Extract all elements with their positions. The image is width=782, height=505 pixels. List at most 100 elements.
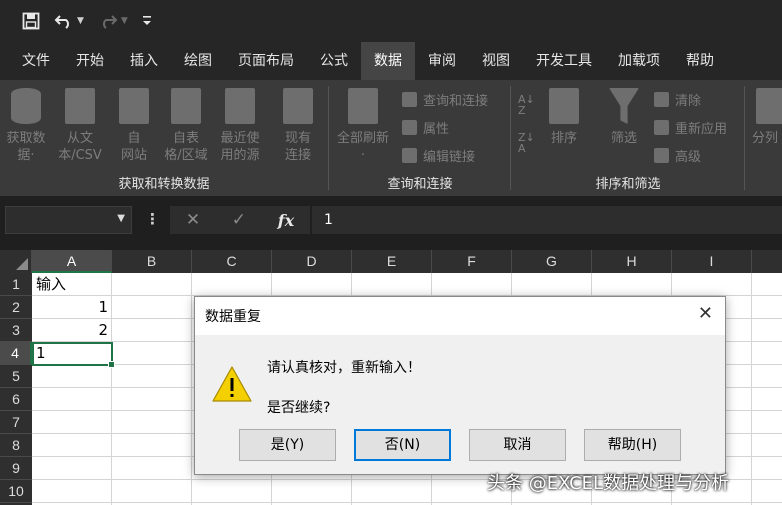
column-header-b[interactable]: B <box>112 250 192 273</box>
sort-ascending-icon: A↓ Z <box>518 93 535 117</box>
help-button[interactable]: 帮助(H) <box>584 429 681 461</box>
name-box[interactable]: ▼ <box>5 206 132 234</box>
web-page-icon <box>119 88 149 124</box>
sort-button[interactable]: 排序 <box>538 84 590 147</box>
tab-2[interactable]: 插入 <box>117 42 171 80</box>
more-options-icon[interactable]: ⋮ <box>145 210 160 228</box>
tab-11[interactable]: 帮助 <box>673 42 727 80</box>
clear-filter-icon <box>654 92 669 107</box>
properties-icon <box>402 120 417 135</box>
button-label: 查询和连接 <box>423 94 489 109</box>
column-header-g[interactable]: G <box>512 250 592 273</box>
link-icon <box>402 148 417 163</box>
button-label: 网站 <box>120 148 147 163</box>
cell-a1[interactable]: 输入 <box>32 273 112 296</box>
select-all-button[interactable] <box>0 250 32 273</box>
row-header-9[interactable]: 9 <box>0 457 32 480</box>
from-table-range-button[interactable]: 自表 格/区域 <box>160 84 212 164</box>
dialog-body: 请认真核对，重新输入！ 是否继续? 是(Y) 否(N) 取消 帮助(H) <box>195 335 725 474</box>
column-header-e[interactable]: E <box>352 250 432 273</box>
tab-10[interactable]: 加载项 <box>605 42 673 80</box>
row-header-7[interactable]: 7 <box>0 411 32 434</box>
from-web-button[interactable]: 自 网站 <box>108 84 160 164</box>
queries-connections-button[interactable]: 查询和连接 <box>402 90 488 109</box>
button-label: 全部刷新 <box>336 131 389 146</box>
get-data-button[interactable]: 获取数 据· <box>0 84 52 164</box>
customize-icon[interactable] <box>142 15 152 27</box>
properties-button[interactable]: 属性 <box>402 118 449 137</box>
group-divider <box>744 86 745 190</box>
ribbon-tabs: 文件 开始 插入 绘图 页面布局 公式 数据 审阅 视图 开发工具 加载项 帮助 <box>0 42 782 80</box>
tab-7[interactable]: 审阅 <box>415 42 469 80</box>
sort-icon <box>549 88 579 124</box>
column-header-h[interactable]: H <box>592 250 672 273</box>
tab-5[interactable]: 公式 <box>307 42 361 80</box>
enter-icon[interactable]: ✓ <box>232 210 246 230</box>
formula-input[interactable]: 1 <box>312 206 782 234</box>
database-icon <box>11 88 41 124</box>
tab-4[interactable]: 页面布局 <box>225 42 307 80</box>
chevron-down-icon[interactable]: ▼ <box>117 213 125 224</box>
button-label: 属性 <box>423 122 450 137</box>
row-header-1[interactable]: 1 <box>0 273 32 296</box>
advanced-filter-icon <box>654 148 669 163</box>
filter-button[interactable]: 筛选 <box>598 84 650 147</box>
group-get-transform: 获取数 据· 从文 本/CSV 自 网站 自表 格/区域 最近使 用的源 现有 … <box>0 80 328 196</box>
refresh-all-button[interactable]: 全部刷新 · <box>332 84 394 164</box>
yes-button[interactable]: 是(Y) <box>239 429 336 461</box>
row-header-5[interactable]: 5 <box>0 365 32 388</box>
tab-1[interactable]: 开始 <box>63 42 117 80</box>
cancel-button[interactable]: 取消 <box>469 429 566 461</box>
column-header-f[interactable]: F <box>432 250 512 273</box>
sort-descending-button[interactable]: Z↓ A <box>518 132 535 154</box>
group-label: 查询和连接 <box>387 177 453 192</box>
column-header-i[interactable]: I <box>672 250 752 273</box>
tab-3[interactable]: 绘图 <box>171 42 225 80</box>
tab-6[interactable]: 数据 <box>361 42 415 80</box>
row-header-4[interactable]: 4 <box>0 342 32 365</box>
dialog-message: 请认真核对，重新输入！ <box>267 360 421 376</box>
formula-controls: ✕ ✓ fx <box>170 206 310 234</box>
tab-0[interactable]: 文件 <box>0 42 63 80</box>
advanced-filter-button[interactable]: 高级 <box>654 146 701 165</box>
text-to-columns-icon <box>756 88 782 124</box>
table-icon <box>171 88 201 124</box>
tab-9[interactable]: 开发工具 <box>523 42 605 80</box>
undo-dropdown-icon[interactable]: ▼ <box>77 16 84 26</box>
redo-icon: ▼ <box>98 13 128 29</box>
column-header-d[interactable]: D <box>272 250 352 273</box>
row-header-2[interactable]: 2 <box>0 296 32 319</box>
edit-links-button[interactable]: 编辑链接 <box>402 146 475 165</box>
redo-dropdown-icon: ▼ <box>120 16 128 26</box>
existing-connections-button[interactable]: 现有 连接 <box>272 84 324 164</box>
text-to-columns-button[interactable]: 分列 <box>752 84 782 147</box>
save-icon[interactable] <box>22 12 40 30</box>
reapply-button[interactable]: 重新应用 <box>654 118 727 137</box>
row-header-3[interactable]: 3 <box>0 319 32 342</box>
from-text-csv-button[interactable]: 从文 本/CSV <box>54 84 106 164</box>
sort-descending-icon: Z↓ A <box>518 131 535 155</box>
column-header-c[interactable]: C <box>192 250 272 273</box>
sort-ascending-button[interactable]: A↓ Z <box>518 94 535 116</box>
button-label: 排序 <box>550 131 577 146</box>
column-header-a[interactable]: A <box>32 250 112 273</box>
row-header-6[interactable]: 6 <box>0 388 32 411</box>
reapply-icon <box>654 120 669 135</box>
cell-a3[interactable]: 2 <box>32 319 112 342</box>
recent-sources-button[interactable]: 最近使 用的源 <box>214 84 266 164</box>
undo-icon[interactable]: ▼ <box>54 13 84 29</box>
insert-function-icon[interactable]: fx <box>278 211 294 230</box>
row-header-8[interactable]: 8 <box>0 434 32 457</box>
no-button[interactable]: 否(N) <box>354 429 451 461</box>
clear-filter-button[interactable]: 清除 <box>654 90 701 109</box>
button-label: 编辑链接 <box>423 150 476 165</box>
queries-icon <box>402 92 417 107</box>
close-icon[interactable]: ✕ <box>698 303 713 324</box>
cell-a2[interactable]: 1 <box>32 296 112 319</box>
cancel-icon[interactable]: ✕ <box>186 210 200 230</box>
row-header-10[interactable]: 10 <box>0 480 32 503</box>
warning-icon <box>212 366 252 402</box>
watermark-text: 头条 @EXCEL数据处理与分析 <box>487 473 730 494</box>
button-label: 格/区域 <box>164 148 208 163</box>
tab-8[interactable]: 视图 <box>469 42 523 80</box>
